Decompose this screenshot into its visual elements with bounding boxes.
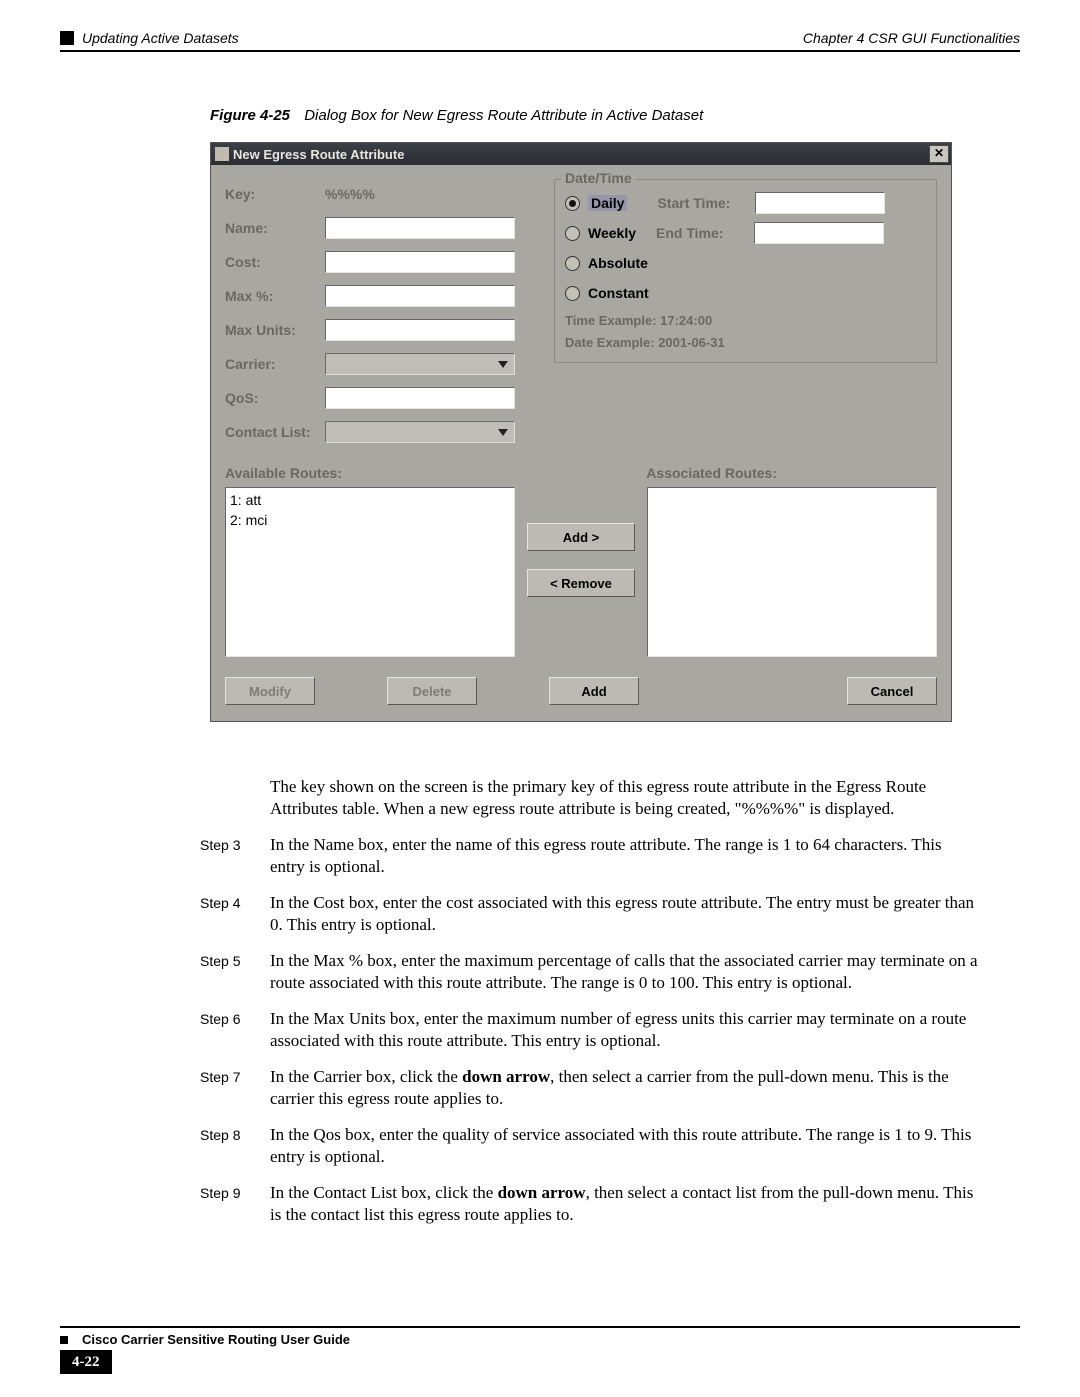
header-square-icon — [60, 31, 74, 45]
step-label: Step 7 — [200, 1066, 270, 1110]
associated-routes-label: Associated Routes: — [646, 465, 777, 481]
label-carrier: Carrier: — [225, 356, 325, 372]
dialog-titlebar: New Egress Route Attribute ✕ — [211, 143, 951, 165]
header-rule — [60, 50, 1020, 52]
value-key: %%%% — [325, 186, 375, 202]
step-label: Step 6 — [200, 1008, 270, 1052]
label-key: Key: — [225, 186, 325, 202]
header-section: Updating Active Datasets — [82, 30, 239, 46]
step-text: In the Max Units box, enter the maximum … — [270, 1008, 980, 1052]
radio-daily[interactable] — [565, 196, 580, 211]
add-move-button[interactable]: Add > — [527, 523, 635, 551]
footer-square-icon — [60, 1336, 68, 1344]
figure-caption: Figure 4-25 Dialog Box for New Egress Ro… — [210, 107, 1020, 124]
header-chapter: Chapter 4 CSR GUI Functionalities — [803, 30, 1020, 46]
end-time-input[interactable] — [754, 222, 884, 244]
cancel-button[interactable]: Cancel — [847, 677, 937, 705]
radio-absolute[interactable] — [565, 256, 580, 271]
label-cost: Cost: — [225, 254, 325, 270]
end-time-label: End Time: — [656, 225, 746, 241]
max-percent-input[interactable] — [325, 285, 515, 307]
radio-weekly-label: Weekly — [588, 225, 636, 241]
label-maxpct: Max %: — [225, 288, 325, 304]
step-label: Step 9 — [200, 1182, 270, 1226]
step-text: In the Qos box, enter the quality of ser… — [270, 1124, 980, 1168]
date-time-group: Date/Time Daily Start Time: Weekly — [554, 179, 937, 363]
app-icon — [215, 147, 229, 161]
chevron-down-icon — [498, 361, 508, 368]
start-time-input[interactable] — [755, 192, 885, 214]
dialog-title: New Egress Route Attribute — [233, 147, 404, 162]
name-input[interactable] — [325, 217, 515, 239]
radio-constant-label: Constant — [588, 285, 649, 301]
associated-routes-list[interactable] — [647, 487, 937, 657]
intro-paragraph: The key shown on the screen is the prima… — [270, 776, 980, 820]
time-example: Time Example: 17:24:00 — [565, 308, 926, 330]
delete-button[interactable]: Delete — [387, 677, 477, 705]
body-text: The key shown on the screen is the prima… — [200, 776, 980, 1226]
step-text: In the Max % box, enter the maximum perc… — [270, 950, 980, 994]
label-contactlist: Contact List: — [225, 424, 325, 440]
start-time-label: Start Time: — [657, 195, 747, 211]
step-text: In the Contact List box, click the down … — [270, 1182, 980, 1226]
page-number: 4-22 — [60, 1350, 112, 1374]
page-footer: Cisco Carrier Sensitive Routing User Gui… — [60, 1326, 1020, 1371]
contact-list-select[interactable] — [325, 421, 515, 443]
available-routes-label: Available Routes: — [225, 465, 342, 481]
step-label: Step 3 — [200, 834, 270, 878]
max-units-input[interactable] — [325, 319, 515, 341]
label-name: Name: — [225, 220, 325, 236]
dialog-new-egress-route-attribute: New Egress Route Attribute ✕ Key:%%%% Na… — [210, 142, 952, 722]
cost-input[interactable] — [325, 251, 515, 273]
step-label: Step 5 — [200, 950, 270, 994]
carrier-select[interactable] — [325, 353, 515, 375]
close-button[interactable]: ✕ — [929, 145, 949, 163]
qos-input[interactable] — [325, 387, 515, 409]
step-text: In the Name box, enter the name of this … — [270, 834, 980, 878]
footer-guide: Cisco Carrier Sensitive Routing User Gui… — [82, 1332, 350, 1347]
radio-weekly[interactable] — [565, 226, 580, 241]
list-item[interactable]: 1: att — [230, 490, 510, 510]
figure-label: Figure 4-25 — [210, 107, 290, 124]
label-qos: QoS: — [225, 390, 325, 406]
radio-constant[interactable] — [565, 286, 580, 301]
radio-absolute-label: Absolute — [588, 255, 648, 271]
step-label: Step 8 — [200, 1124, 270, 1168]
step-text: In the Carrier box, click the down arrow… — [270, 1066, 980, 1110]
add-button[interactable]: Add — [549, 677, 639, 705]
radio-daily-label: Daily — [588, 195, 627, 211]
chevron-down-icon — [498, 429, 508, 436]
figure-title: Dialog Box for New Egress Route Attribut… — [304, 107, 703, 124]
date-example: Date Example: 2001-06-31 — [565, 330, 926, 352]
page-header: Updating Active Datasets Chapter 4 CSR G… — [60, 30, 1020, 46]
modify-button[interactable]: Modify — [225, 677, 315, 705]
available-routes-list[interactable]: 1: att 2: mci — [225, 487, 515, 657]
step-text: In the Cost box, enter the cost associat… — [270, 892, 980, 936]
label-maxunits: Max Units: — [225, 322, 325, 338]
date-time-title: Date/Time — [561, 170, 636, 186]
list-item[interactable]: 2: mci — [230, 510, 510, 530]
remove-move-button[interactable]: < Remove — [527, 569, 635, 597]
step-label: Step 4 — [200, 892, 270, 936]
